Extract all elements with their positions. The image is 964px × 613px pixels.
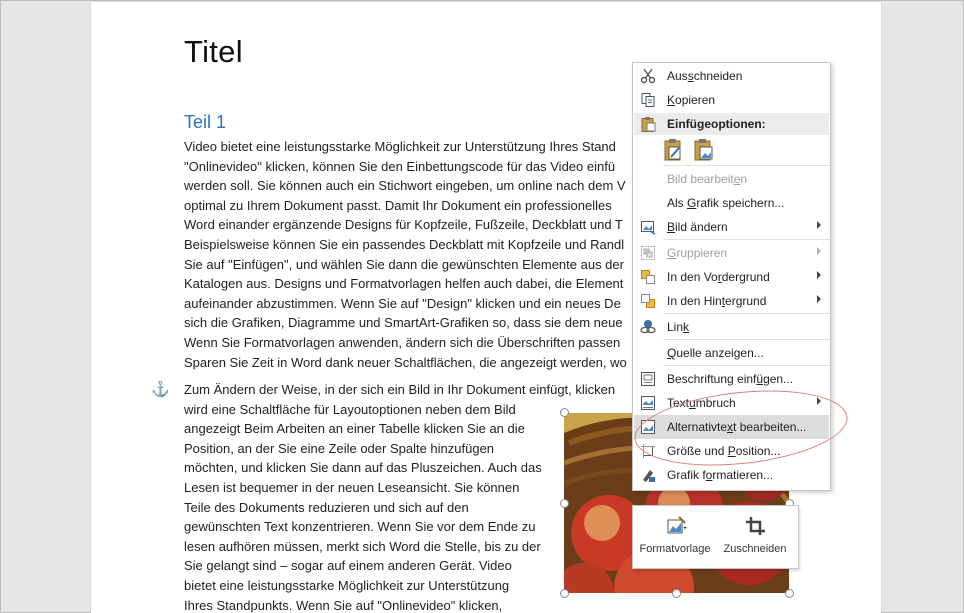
paste-options-header: Einfügeoptionen: [634, 113, 829, 135]
submenu-arrow-icon [817, 397, 821, 405]
menu-label-save-as-picture: Als Grafik speichern... [667, 196, 785, 210]
anchor-icon[interactable]: ⚓ [151, 380, 170, 398]
menu-label-size-position: Größe und Position... [667, 444, 781, 458]
document-title[interactable]: Titel [184, 34, 243, 70]
menu-label-bring-forward: In den Vordergrund [667, 270, 770, 284]
resize-handle-bottom-left[interactable] [560, 589, 569, 598]
menu-label-group: Gruppieren [667, 246, 728, 260]
resize-handle-bottom-middle[interactable] [672, 589, 681, 598]
menu-label-cut: Ausschneiden [667, 69, 743, 83]
context-menu: Ausschneiden Kopieren Einfügeoptionen: B… [632, 62, 831, 491]
menu-item-show-source[interactable]: Quelle anzeigen... [634, 341, 829, 365]
menu-item-group[interactable]: Gruppieren [634, 241, 829, 265]
mini-toolbar: Formatvorlage Zuschneiden [632, 505, 799, 569]
size-position-icon [641, 444, 655, 458]
menu-item-cut[interactable]: Ausschneiden [634, 64, 829, 88]
caption-icon [641, 372, 655, 386]
submenu-arrow-icon [817, 221, 821, 229]
menu-item-link[interactable]: Link [634, 315, 829, 339]
text-line[interactable]: Ihres Standpunkts. Wenn Sie auf "Onlinev… [184, 596, 804, 613]
resize-handle-left-middle[interactable] [560, 499, 569, 508]
menu-label-link: Link [667, 320, 690, 334]
menu-label-send-backward: In den Hintergrund [667, 294, 767, 308]
wrap-text-icon [641, 396, 655, 410]
menu-label-edit-picture: Bild bearbeiten [667, 172, 748, 186]
paste-keep-formatting-icon[interactable] [663, 138, 685, 162]
send-backward-icon [641, 294, 655, 308]
submenu-arrow-icon [817, 295, 821, 303]
menu-item-edit-alt-text[interactable]: Alternativtext bearbeiten... [634, 415, 829, 439]
menu-label-wrap-text: Textumbruch [667, 396, 736, 410]
menu-item-edit-picture[interactable]: Bild bearbeiten [634, 167, 829, 191]
scissors-icon [640, 68, 656, 84]
format-picture-icon [643, 470, 655, 482]
link-icon [640, 320, 656, 334]
menu-label-change-picture: Bild ändern [667, 220, 728, 234]
menu-item-copy[interactable]: Kopieren [634, 88, 829, 112]
menu-item-save-as-picture[interactable]: Als Grafik speichern... [634, 191, 829, 215]
menu-item-send-backward[interactable]: In den Hintergrund [634, 289, 829, 313]
crop-button-label: Zuschneiden [723, 543, 787, 555]
paste-options-label: Einfügeoptionen: [667, 117, 766, 131]
menu-item-format-picture[interactable]: Grafik formatieren... [634, 463, 829, 487]
change-picture-icon [641, 221, 656, 235]
crop-button[interactable]: Zuschneiden [715, 512, 795, 564]
menu-item-wrap-text[interactable]: Textumbruch [634, 391, 829, 415]
resize-handle-top-left[interactable] [560, 408, 569, 417]
style-button-label: Formatvorlage [639, 543, 711, 555]
bring-forward-icon [641, 270, 655, 284]
menu-item-size-position[interactable]: Größe und Position... [634, 439, 829, 463]
picture-style-icon [667, 516, 687, 534]
clipboard-icon [641, 117, 656, 132]
style-button[interactable]: Formatvorlage [635, 512, 715, 564]
menu-item-bring-forward[interactable]: In den Vordergrund [634, 265, 829, 289]
heading-teil-1[interactable]: Teil 1 [184, 112, 226, 133]
menu-item-insert-caption[interactable]: Beschriftung einfügen... [634, 367, 829, 391]
menu-label-format-picture: Grafik formatieren... [667, 468, 774, 482]
crop-icon [746, 517, 765, 535]
menu-label-edit-alt-text: Alternativtext bearbeiten... [667, 420, 807, 434]
submenu-arrow-icon [817, 271, 821, 279]
resize-handle-bottom-right[interactable] [785, 589, 794, 598]
submenu-arrow-icon [817, 247, 821, 255]
menu-item-change-picture[interactable]: Bild ändern [634, 215, 829, 239]
menu-label-show-source: Quelle anzeigen... [667, 346, 764, 360]
group-icon [641, 246, 655, 260]
paste-picture-icon[interactable] [693, 138, 715, 162]
alt-text-icon [641, 420, 655, 434]
menu-label-insert-caption: Beschriftung einfügen... [667, 372, 794, 386]
menu-label-copy: Kopieren [667, 93, 716, 107]
copy-icon [641, 93, 655, 107]
